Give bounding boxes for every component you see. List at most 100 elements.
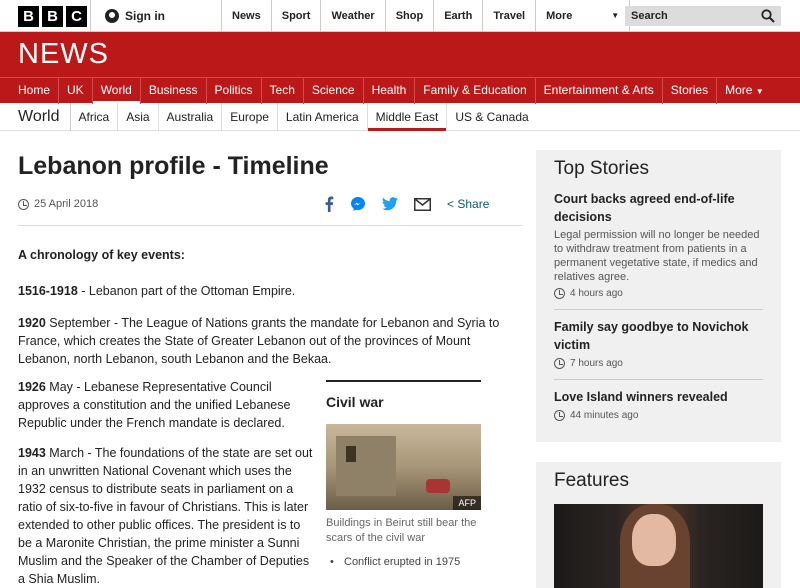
entry-year: 1516-1918 [18,284,78,298]
features-title: Features [554,470,629,491]
civil-war-image: AFP [326,424,481,510]
messenger-icon[interactable] [350,196,366,212]
nav-item-family-education[interactable]: Family & Education [415,78,536,104]
top-link-news[interactable]: News [221,0,271,32]
logo-letter: B [18,6,39,27]
image-credit: AFP [453,496,481,510]
nav-item-entertainment-arts[interactable]: Entertainment & Arts [536,78,663,104]
top-stories-title: Top Stories [554,158,650,179]
portrait-face [632,514,676,566]
share-button[interactable]: < Share [447,197,489,211]
user-icon [105,9,119,23]
nav-item-business[interactable]: Business [141,78,207,104]
divider [18,225,522,226]
news-logo[interactable]: NEWS [18,38,109,71]
civil-war-box: Civil war AFP Buildings in Beirut still … [326,380,481,568]
subnav-item-australia[interactable]: Australia [159,102,223,131]
top-link-shop[interactable]: Shop [384,0,434,32]
twitter-icon[interactable] [382,197,398,211]
nav-item-tech[interactable]: Tech [262,78,304,104]
news-banner: NEWS [0,32,800,77]
subnav-item-middle-east[interactable]: Middle East [367,102,448,131]
top-link-sport[interactable]: Sport [270,0,321,32]
nav-item-stories[interactable]: Stories [663,78,718,104]
more-label: More [546,10,573,22]
story-time: 44 minutes ago [554,410,763,421]
timeline-entry: 1943 March - The foundations of the stat… [18,444,316,588]
sub-nav: World Africa Asia Australia Europe Latin… [0,102,800,131]
clock-icon [18,198,29,210]
subnav-item-asia[interactable]: Asia [118,102,159,131]
story-time-text: 7 hours ago [570,358,623,369]
search-box[interactable] [625,6,781,26]
subnav-item-us-canada[interactable]: US & Canada [447,103,536,131]
bbc-logo[interactable]: B B C [18,6,87,27]
nav-more-label: More [725,83,753,97]
top-link-travel[interactable]: Travel [482,0,535,32]
story-time-text: 44 minutes ago [570,410,639,421]
story-title[interactable]: Family say goodbye to Novichok victim [554,318,763,354]
intro-text: A chronology of key events: [18,248,185,262]
nav-item-world[interactable]: World [92,78,141,104]
civil-war-title: Civil war [326,394,384,410]
logo-letter: C [66,6,87,27]
chevron-down-icon: ▼ [611,11,620,20]
image-caption: Buildings in Beirut still bear the scars… [326,517,477,544]
facebook-icon[interactable] [324,196,334,212]
entry-text: - Lebanon part of the Ottoman Empire. [77,284,296,298]
story-title[interactable]: Court backs agreed end-of-life decisions [554,190,763,226]
subnav-item-europe[interactable]: Europe [222,102,278,131]
search-icon[interactable] [761,9,775,23]
motorbike [426,479,450,493]
top-stories-panel: Top Stories Court backs agreed end-of-li… [536,150,781,442]
share-tools: < Share [324,196,489,212]
story-item[interactable]: Family say goodbye to Novichok victim 7 … [536,318,781,369]
clock-icon [554,288,565,299]
top-bar: B B C Sign in News Sport Weather Shop Ea… [0,0,800,32]
top-links: News Sport Weather Shop Earth Travel Mor… [221,0,631,32]
entry-text: March - The foundations of the state are… [18,446,313,586]
feature-image[interactable] [554,504,763,588]
section-title[interactable]: World [18,102,71,131]
timeline-entry: 1926 May - Lebanese Representative Counc… [18,378,308,432]
share-label: Share [457,197,490,211]
top-link-earth[interactable]: Earth [433,0,482,32]
features-panel: Features [536,462,781,588]
nav-item-politics[interactable]: Politics [207,78,262,104]
main-nav: Home UK World Business Politics Tech Sci… [0,77,800,104]
nav-item-health[interactable]: Health [364,78,416,104]
nav-item-more[interactable]: More ▼ [717,78,772,104]
building-window [346,446,356,462]
story-item[interactable]: Love Island winners revealed 44 minutes … [536,388,781,421]
clock-icon [554,410,565,421]
story-time: 7 hours ago [554,358,763,369]
article-date: 25 April 2018 [18,198,98,210]
timeline-entry: 1920 September - The League of Nations g… [18,314,508,368]
divider [554,379,763,380]
nav-item-science[interactable]: Science [304,78,364,104]
search-input[interactable] [631,10,751,22]
sign-in-link[interactable]: Sign in [90,0,165,32]
top-more-button[interactable]: More ▼ [535,0,631,32]
clock-icon [554,358,565,369]
story-summary: Legal permission will no longer be neede… [554,229,760,283]
story-title[interactable]: Love Island winners revealed [554,388,763,406]
civil-war-bullet: Conflict erupted in 1975 [326,556,481,568]
date-text: 25 April 2018 [34,198,99,210]
timeline-entry: 1516-1918 - Lebanon part of the Ottoman … [18,282,508,300]
subnav-item-africa[interactable]: Africa [71,102,119,131]
logo-letter: B [42,6,63,27]
damaged-building [336,436,396,496]
top-link-weather[interactable]: Weather [320,0,384,32]
entry-year: 1943 [18,446,46,460]
entry-text: September - The League of Nations grants… [18,316,500,366]
subnav-item-latin-america[interactable]: Latin America [278,102,368,131]
nav-item-uk[interactable]: UK [59,78,93,104]
email-icon[interactable] [414,197,431,211]
share-icon: < [447,197,455,211]
nav-item-home[interactable]: Home [10,78,60,104]
divider [554,309,763,310]
sign-in-label: Sign in [125,9,165,23]
entry-year: 1926 [18,380,46,394]
story-item[interactable]: Court backs agreed end-of-life decisions… [536,190,781,299]
